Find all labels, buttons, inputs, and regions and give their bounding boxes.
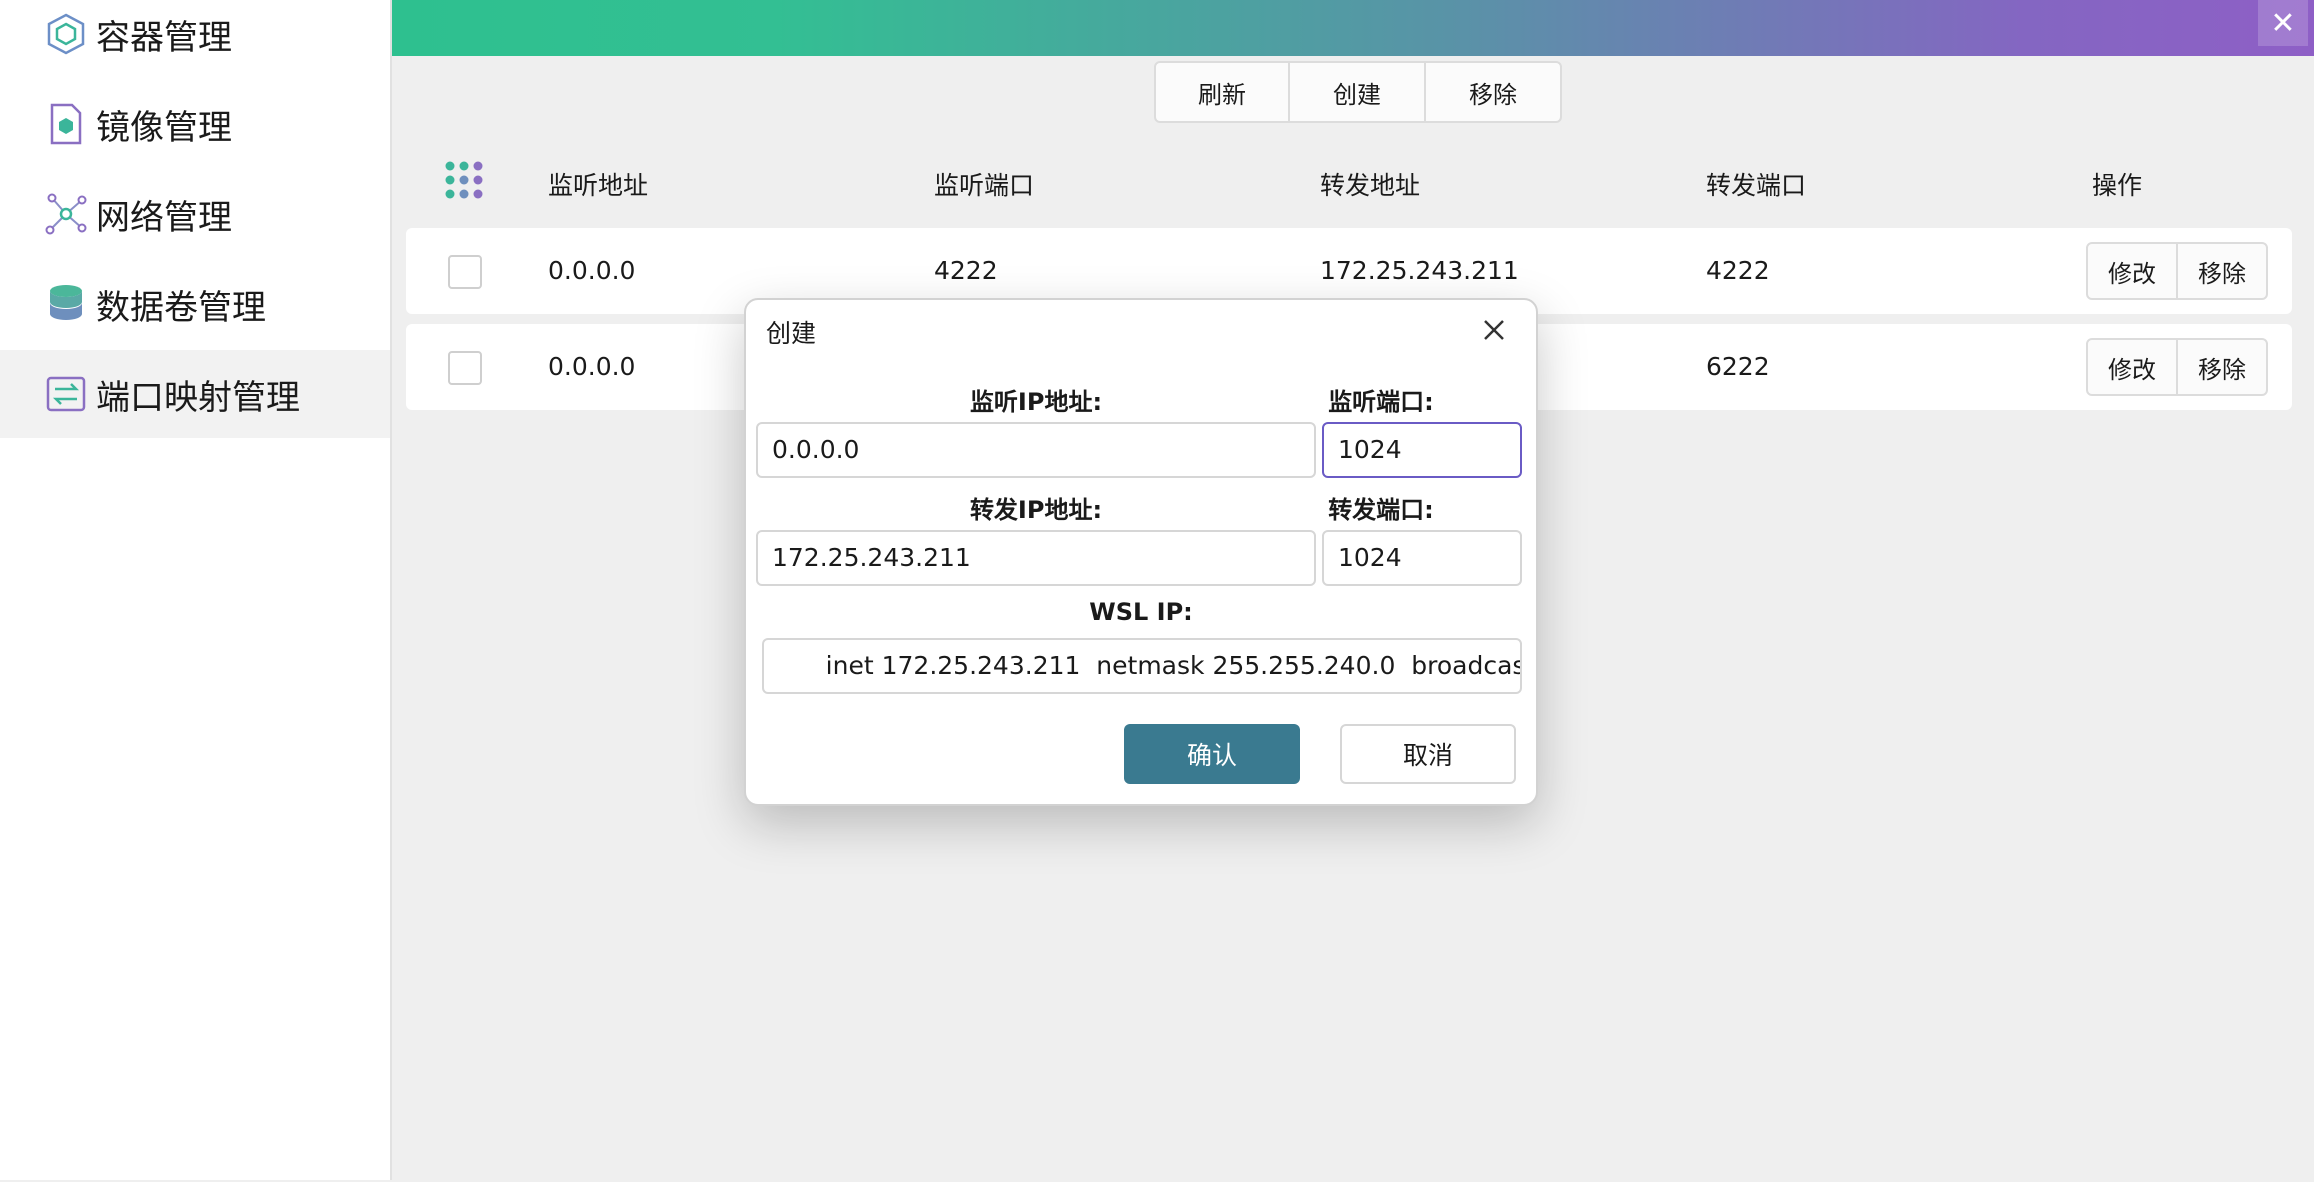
row-checkbox[interactable]	[448, 255, 482, 289]
forward-port-cell: 6222	[1706, 352, 1770, 381]
network-icon	[45, 193, 87, 235]
sidebar-item-port-mapping[interactable]: 端口映射管理	[0, 350, 390, 438]
select-all-grid-icon[interactable]	[444, 160, 488, 204]
confirm-button[interactable]: 确认	[1124, 724, 1300, 784]
listen-port-input[interactable]: 1024	[1322, 422, 1522, 478]
table-header: 监听地址 监听端口 转发地址 转发端口 操作	[392, 160, 2314, 206]
sidebar-item-label: 数据卷管理	[96, 287, 266, 328]
create-dialog: 创建 监听IP地址: 监听端口: 0.0.0.0 1024 转发IP地址: 转发…	[744, 298, 1538, 806]
row-actions: 修改 移除	[2086, 338, 2268, 396]
forward-ip-label: 转发IP地址:	[969, 496, 1103, 524]
window-close-button[interactable]: ✕	[2258, 0, 2308, 46]
container-icon	[47, 13, 85, 55]
sidebar-item-label: 容器管理	[96, 17, 232, 58]
sidebar-item-containers[interactable]: 容器管理	[0, 0, 390, 78]
image-file-icon	[50, 103, 82, 145]
column-header-listen-address: 监听地址	[548, 171, 649, 200]
cancel-button[interactable]: 取消	[1340, 724, 1516, 784]
remove-row-button[interactable]: 移除	[2176, 338, 2268, 396]
listen-ip-input[interactable]: 0.0.0.0	[756, 422, 1316, 478]
listen-address-cell: 0.0.0.0	[548, 256, 636, 285]
listen-address-cell: 0.0.0.0	[548, 352, 636, 381]
row-actions: 修改 移除	[2086, 242, 2268, 300]
row-checkbox[interactable]	[448, 351, 482, 385]
edit-button[interactable]: 修改	[2086, 242, 2178, 300]
port-mapping-icon	[46, 376, 86, 412]
forward-address-cell: 172.25.243.211	[1320, 256, 1519, 285]
title-bar	[392, 0, 2314, 56]
column-header-listen-port: 监听端口	[934, 171, 1035, 200]
column-header-forward-address: 转发地址	[1320, 171, 1421, 200]
column-header-forward-port: 转发端口	[1706, 171, 1807, 200]
edit-button[interactable]: 修改	[2086, 338, 2178, 396]
sidebar: 容器管理 镜像管理 网络管理 数据卷管理 端口映射管理	[0, 0, 392, 1180]
sidebar-item-network[interactable]: 网络管理	[0, 170, 390, 258]
forward-port-input[interactable]: 1024	[1322, 530, 1522, 586]
create-button[interactable]: 创建	[1288, 61, 1426, 123]
sidebar-item-label: 端口映射管理	[96, 377, 300, 418]
sidebar-item-label: 镜像管理	[96, 107, 232, 148]
close-icon[interactable]	[1474, 310, 1514, 350]
listen-port-cell: 4222	[934, 256, 998, 285]
remove-row-button[interactable]: 移除	[2176, 242, 2268, 300]
forward-ip-input[interactable]: 172.25.243.211	[756, 530, 1316, 586]
refresh-button[interactable]: 刷新	[1154, 61, 1290, 123]
listen-port-label: 监听端口:	[1328, 388, 1434, 416]
wsl-ip-label: WSL IP:	[1089, 598, 1193, 626]
wsl-ip-field[interactable]: inet 172.25.243.211 netmask 255.255.240.…	[762, 638, 1522, 694]
database-icon	[50, 285, 82, 320]
listen-ip-label: 监听IP地址:	[969, 388, 1103, 416]
sidebar-item-volumes[interactable]: 数据卷管理	[0, 260, 390, 348]
forward-port-cell: 4222	[1706, 256, 1770, 285]
toolbar: 刷新 创建 移除	[1154, 61, 1562, 123]
dialog-title: 创建	[766, 319, 817, 348]
column-header-actions: 操作	[2092, 171, 2143, 200]
remove-button[interactable]: 移除	[1424, 61, 1562, 123]
forward-port-label: 转发端口:	[1328, 496, 1434, 524]
sidebar-item-images[interactable]: 镜像管理	[0, 80, 390, 168]
sidebar-item-label: 网络管理	[96, 197, 232, 238]
